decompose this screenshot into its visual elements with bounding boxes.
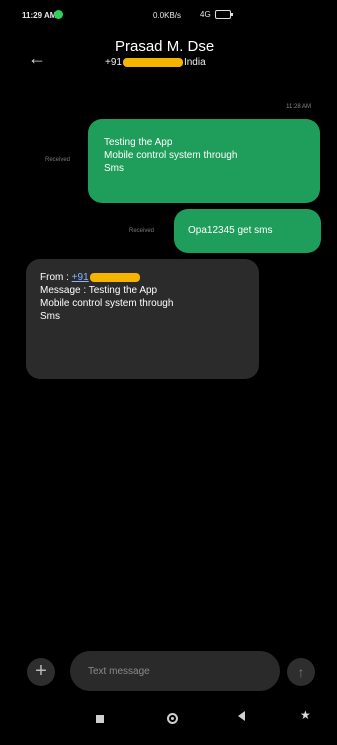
message-line: Message : Testing the App bbox=[40, 285, 158, 296]
signal-text: 4G bbox=[200, 10, 211, 19]
home-icon[interactable] bbox=[167, 713, 178, 724]
message-status-label: Received bbox=[45, 157, 71, 163]
message-bubble[interactable]: Testing the App Mobile control system th… bbox=[88, 119, 320, 203]
add-attachment-button[interactable]: + bbox=[27, 658, 55, 686]
message-line: Mobile control system through bbox=[104, 150, 238, 161]
reply-bubble[interactable]: From : +91 Message : Testing the App Mob… bbox=[26, 259, 259, 379]
message-status-label: Received bbox=[129, 228, 155, 234]
status-bar: 11:29 AM 0.0KB/s 4G bbox=[0, 0, 337, 30]
message-composer: + ↑ bbox=[0, 647, 337, 697]
status-time: 11:29 AM bbox=[22, 11, 57, 20]
conversation-header: ← Prasad M. Dse +91 India bbox=[0, 30, 337, 80]
network-speed: 0.0KB/s bbox=[153, 11, 182, 20]
notification-dot-icon bbox=[54, 10, 63, 19]
status-icons: 4G bbox=[200, 10, 233, 19]
message-line: Mobile control system through bbox=[40, 298, 174, 309]
from-number-link[interactable]: +91 bbox=[72, 271, 141, 284]
send-icon[interactable]: ↑ bbox=[287, 658, 315, 686]
from-line: From : +91 bbox=[40, 271, 245, 284]
redaction-mark bbox=[89, 273, 140, 282]
from-number: +91 bbox=[71, 272, 89, 283]
battery-icon bbox=[214, 10, 233, 19]
contact-number: +91 India bbox=[105, 57, 206, 68]
recent-apps-icon[interactable] bbox=[96, 715, 104, 723]
back-arrow-icon[interactable]: ← bbox=[28, 48, 46, 69]
message-line: Sms bbox=[104, 163, 124, 174]
message-bubble[interactable]: Opa12345 get sms bbox=[174, 209, 321, 253]
system-nav-bar: ★ bbox=[0, 697, 337, 745]
message-timestamp: 11:28 AM bbox=[286, 104, 311, 110]
message-text: Opa12345 get sms bbox=[188, 225, 273, 236]
number-prefix: +91 bbox=[105, 57, 122, 68]
message-line: Sms bbox=[40, 311, 60, 322]
contact-name[interactable]: Prasad M. Dse bbox=[115, 38, 214, 55]
assistant-icon[interactable]: ★ bbox=[300, 708, 311, 722]
message-input[interactable] bbox=[70, 651, 280, 691]
back-triangle-icon[interactable] bbox=[238, 711, 245, 721]
from-label: From : bbox=[40, 272, 69, 283]
number-country: India bbox=[183, 57, 206, 68]
redaction-mark bbox=[122, 58, 183, 67]
message-line: Testing the App bbox=[104, 137, 173, 148]
